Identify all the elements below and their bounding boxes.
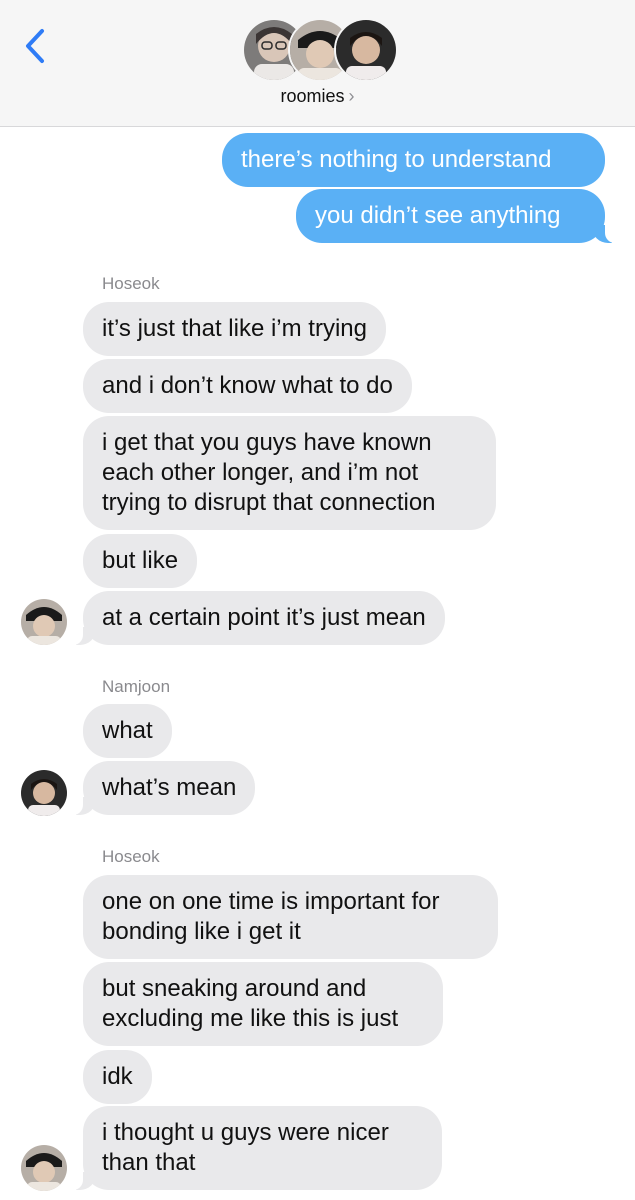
message-text-line: excluding me like this is just [102,1005,399,1032]
message-text-line: than that [102,1149,196,1176]
message-text: and i don’t know what to do [102,372,393,399]
message-bubble[interactable]: there’s nothing to understand [222,133,605,187]
message-text: at a certain point it’s just mean [102,604,426,631]
message-bubble[interactable]: idk [83,1050,152,1104]
message-text: you didn’t see anything [315,202,561,229]
group-name: roomies [280,86,345,106]
message-text-line: bonding like i get it [102,918,301,945]
message-text-line: but sneaking around and [102,975,367,1002]
back-button[interactable] [20,26,56,66]
message-text-line: trying to disrupt that connection [102,489,436,516]
message-text: what’s mean [102,774,237,801]
message-bubble[interactable]: one on one time is important for bonding… [83,875,498,959]
avatar[interactable] [21,770,67,816]
message-bubble[interactable]: it’s just that like i’m trying [83,302,386,356]
message-text-line: i get that you guys have known [102,429,432,456]
chevron-right-icon: › [348,86,355,106]
conversation-header: roomies › [0,0,635,127]
message-text: what [102,717,153,744]
avatar[interactable] [21,599,67,645]
message-bubble[interactable]: at a certain point it’s just mean [72,591,445,645]
message-text: idk [102,1063,133,1090]
avatar[interactable] [21,1145,67,1191]
message-bubble[interactable]: you didn’t see anything [296,189,616,243]
message-bubble[interactable]: but like [83,534,198,588]
message-text: it’s just that like i’m trying [102,315,367,342]
message-text-line: i thought u guys were nicer [102,1119,389,1146]
group-avatars[interactable] [242,18,398,82]
sender-name: Hoseok [102,274,160,293]
message-bubble[interactable]: i thought u guys were nicer than that [72,1106,442,1190]
message-bubble[interactable]: but sneaking around and excluding me lik… [83,962,443,1046]
message-bubble[interactable]: what’s mean [71,761,256,815]
message-bubble[interactable]: and i don’t know what to do [83,359,412,413]
group-name-button[interactable]: roomies › [0,86,635,107]
message-text: there’s nothing to understand [241,146,552,173]
avatar [334,18,398,82]
message-bubble[interactable]: what [83,704,172,758]
sender-name: Hoseok [102,847,160,866]
message-bubble[interactable]: i get that you guys have known each othe… [83,416,496,530]
message-text-line: each other longer, and i’m not [102,459,419,486]
message-text: but like [102,547,179,574]
chevron-left-icon [26,29,44,63]
message-text-line: one on one time is important for [102,888,440,915]
sender-name: Namjoon [102,677,171,696]
